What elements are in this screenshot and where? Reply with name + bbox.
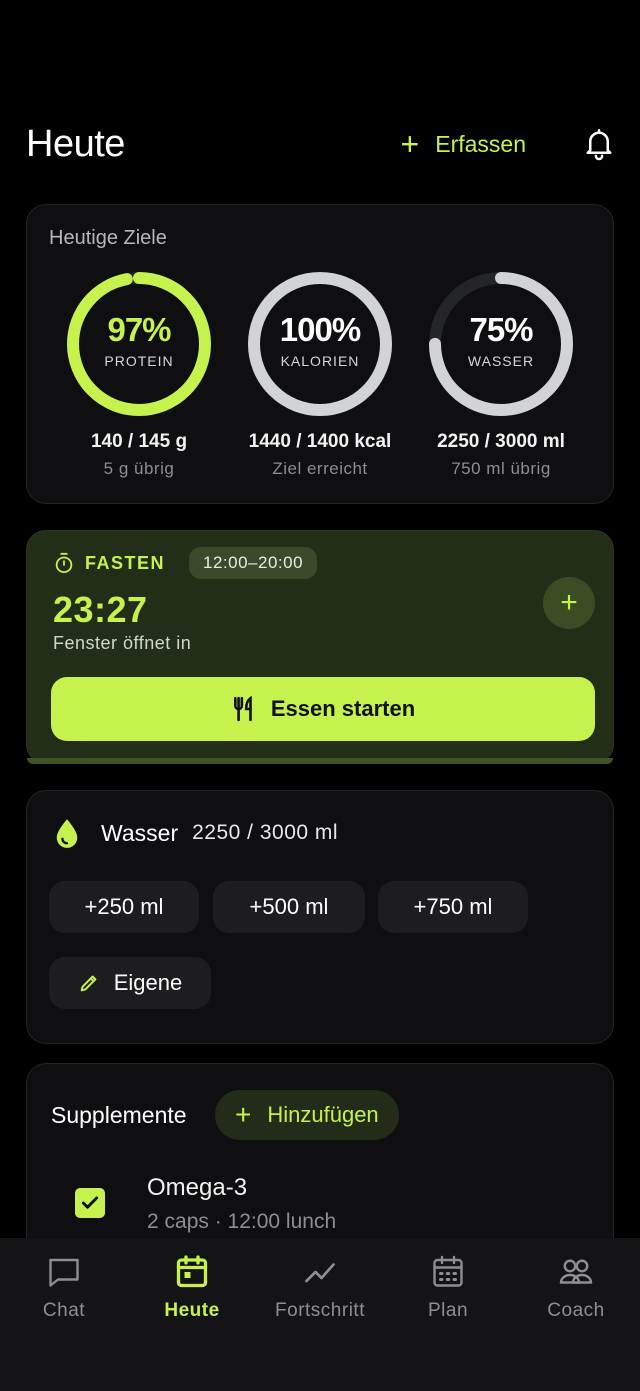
fasting-header: FASTEN 12:00–20:00: [53, 547, 318, 579]
calories-ring-block[interactable]: 100% KALORIEN 1440 / 1400 kcal Ziel erre…: [230, 269, 410, 479]
goals-title: Heutige Ziele: [49, 227, 167, 249]
calories-status: Ziel erreicht: [272, 459, 368, 478]
add-supplement-label: Hinzufügen: [267, 1102, 379, 1127]
tab-plan[interactable]: Plan: [384, 1238, 512, 1391]
cutlery-icon: [233, 696, 252, 722]
protein-label: PROTEIN: [104, 353, 174, 369]
supplements-card: Supplemente + Hinzufügen Omega-3 2 caps …: [26, 1063, 614, 1263]
trend-icon: [305, 1263, 335, 1283]
bottom-tab-bar: Chat Heute Fortschritt Plan Coach: [0, 1238, 640, 1391]
tab-fortschritt-label: Fortschritt: [275, 1300, 365, 1321]
add-750ml-button[interactable]: +750 ml: [378, 881, 528, 933]
fasting-add-button[interactable]: +: [543, 577, 595, 629]
supplement-detail: 2 caps · 12:00 lunch: [147, 1210, 337, 1233]
page-title: Heute: [26, 122, 125, 165]
goals-card: Heutige Ziele 97% PROTEIN 140 / 145 g 5 …: [26, 204, 614, 504]
supplements-title: Supplemente: [51, 1102, 187, 1128]
tab-chat-label: Chat: [42, 1300, 86, 1321]
water-ring-value: 2250 / 3000 ml: [437, 431, 565, 452]
stopwatch-icon: [55, 552, 73, 574]
calendar-today-icon: [176, 1255, 208, 1288]
water-drop-icon: [56, 819, 78, 848]
water-title: Wasser: [101, 819, 179, 846]
fasting-label: FASTEN: [85, 552, 166, 573]
tab-chat[interactable]: Chat: [0, 1238, 128, 1391]
supplement-checkbox[interactable]: [75, 1188, 105, 1218]
start-eating-label: Essen starten: [270, 696, 416, 721]
calories-ring: 100% KALORIEN: [245, 269, 395, 419]
water-ring: 75% WASSER: [426, 269, 576, 419]
plus-icon: +: [235, 1099, 252, 1130]
protein-ring: 97% PROTEIN: [64, 269, 214, 419]
erfassen-button[interactable]: + Erfassen: [401, 128, 526, 160]
fasting-card: FASTEN 12:00–20:00 23:27 Fenster öffnet …: [26, 530, 614, 764]
checkmark-icon: [81, 1196, 99, 1209]
protein-ring-block[interactable]: 97% PROTEIN 140 / 145 g 5 g übrig: [49, 269, 229, 479]
add-supplement-button[interactable]: + Hinzufügen: [215, 1090, 399, 1140]
custom-amount-label: Eigene: [113, 970, 183, 995]
protein-value: 140 / 145 g: [90, 431, 188, 452]
plus-icon: +: [400, 126, 420, 162]
calendar-grid-icon: [433, 1255, 463, 1287]
protein-percent: 97%: [107, 311, 171, 348]
header: Heute + Erfassen: [26, 118, 614, 170]
fasting-progress-strip: [27, 758, 613, 764]
water-ring-block[interactable]: 75% WASSER 2250 / 3000 ml 750 ml übrig: [411, 269, 591, 479]
water-value: 2250 / 3000 ml: [192, 821, 339, 844]
water-percent: 75%: [469, 311, 533, 348]
calories-label: KALORIEN: [280, 353, 360, 369]
tab-fortschritt[interactable]: Fortschritt: [256, 1238, 384, 1391]
tab-heute[interactable]: Heute: [128, 1238, 256, 1391]
fasting-window-badge: 12:00–20:00: [189, 547, 318, 579]
chat-icon: [49, 1258, 79, 1287]
add-500ml-button[interactable]: +500 ml: [213, 881, 365, 933]
water-remaining: 750 ml übrig: [451, 459, 551, 478]
tab-coach-label: Coach: [547, 1300, 605, 1321]
calories-value: 1440 / 1400 kcal: [248, 431, 392, 452]
protein-remaining: 5 g übrig: [103, 459, 175, 478]
water-card: Wasser 2250 / 3000 ml +250 ml +500 ml +7…: [26, 790, 614, 1044]
water-label: WASSER: [467, 353, 535, 369]
add-250ml-button[interactable]: +250 ml: [49, 881, 199, 933]
calories-percent: 100%: [279, 311, 361, 348]
tab-heute-label: Heute: [164, 1300, 220, 1321]
fasting-countdown: 23:27: [53, 589, 148, 630]
start-eating-button[interactable]: Essen starten: [51, 677, 595, 741]
bell-icon[interactable]: [584, 127, 614, 161]
water-header: Wasser 2250 / 3000 ml: [53, 817, 338, 849]
people-icon: [559, 1259, 593, 1284]
fasting-countdown-label: Fenster öffnet in: [53, 633, 192, 653]
custom-amount-button[interactable]: Eigene: [49, 957, 211, 1009]
pencil-icon: [80, 975, 97, 992]
erfassen-label: Erfassen: [435, 130, 526, 157]
tab-plan-label: Plan: [427, 1300, 469, 1321]
tab-coach[interactable]: Coach: [512, 1238, 640, 1391]
supplement-name: Omega-3: [147, 1174, 248, 1201]
